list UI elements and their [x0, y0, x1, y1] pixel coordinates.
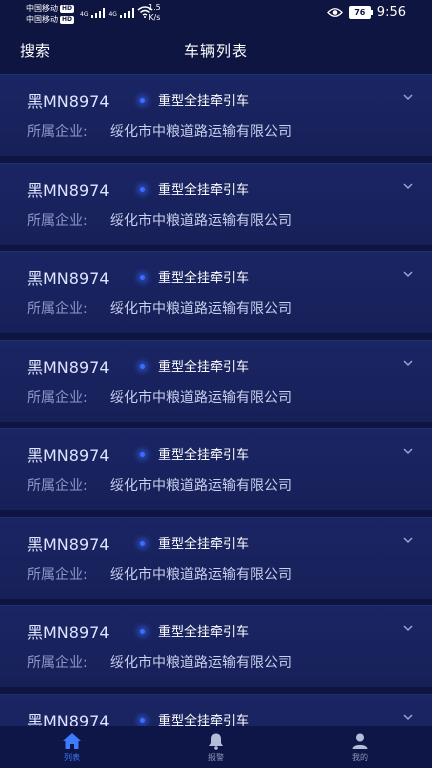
- app-screen: 中国移动 HD 中国移动 HD 4G 4G 1.5 K/s 76 9:56 车辆…: [0, 0, 432, 768]
- status-dot: [140, 540, 145, 546]
- company-label: 所属企业:: [27, 655, 88, 671]
- carrier-1: 中国移动: [26, 4, 58, 13]
- search-button[interactable]: 搜索: [20, 40, 50, 61]
- chevron-down-icon[interactable]: [402, 357, 414, 369]
- plate-number: 黑MN8974: [27, 534, 110, 554]
- tab-mine[interactable]: 我的: [288, 726, 432, 768]
- status-dot: [140, 275, 145, 280]
- clock: 9:56: [376, 5, 406, 20]
- bell-icon: [209, 733, 223, 750]
- status-dot: [140, 186, 145, 192]
- vehicle-type: 重型全挂牵引车: [158, 713, 250, 727]
- plate-number: 黑MN8974: [27, 92, 110, 111]
- vehicle-type: 重型全挂牵引车: [158, 448, 250, 463]
- vehicle-card[interactable]: 黑MN8974 重型全挂牵引车 所属企业: 绥化市中粮道路运输有限公司: [0, 251, 432, 333]
- company-label: 所属企业:: [27, 124, 88, 140]
- chevron-down-icon[interactable]: [402, 445, 414, 457]
- tab-label: 报警: [208, 752, 224, 762]
- app-header: 车辆列表 搜索: [0, 28, 432, 72]
- bottom-tab-bar: 列表 报警 我的: [0, 726, 432, 768]
- vehicle-list[interactable]: 黑MN8974 重型全挂牵引车 所属企业: 绥化市中粮道路运输有限公司 黑MN8…: [0, 74, 432, 726]
- company-name: 绥化市中粮道路运输有限公司: [110, 655, 292, 671]
- vehicle-type: 重型全挂牵引车: [158, 182, 250, 198]
- company-name: 绥化市中粮道路运输有限公司: [110, 212, 292, 229]
- plate-number: 黑MN8974: [27, 180, 110, 200]
- company-label: 所属企业:: [27, 478, 88, 494]
- tab-list[interactable]: 列表: [0, 726, 144, 768]
- company-name: 绥化市中粮道路运输有限公司: [110, 566, 292, 583]
- vehicle-type: 重型全挂牵引车: [158, 359, 250, 375]
- plate-number: 黑MN8974: [27, 623, 110, 642]
- tab-label: 我的: [352, 752, 368, 762]
- plate-number: 黑MN8974: [27, 269, 110, 288]
- company-label: 所属企业:: [27, 566, 88, 583]
- home-icon: [63, 732, 81, 749]
- company-name: 绥化市中粮道路运输有限公司: [110, 124, 292, 140]
- chevron-down-icon[interactable]: [402, 622, 414, 634]
- signal-indicators: 4G 4G: [80, 6, 153, 18]
- hd-badge: HD: [60, 4, 75, 13]
- status-dot: [140, 98, 145, 103]
- company-label: 所属企业:: [27, 389, 88, 406]
- company-label: 所属企业:: [27, 212, 88, 229]
- chevron-down-icon[interactable]: [402, 711, 414, 723]
- plate-number: 黑MN8974: [27, 711, 110, 727]
- tab-label: 列表: [64, 752, 80, 762]
- net-type-label: 4G: [80, 11, 89, 18]
- page-title: 车辆列表: [183, 42, 248, 60]
- vehicle-type: 重型全挂牵引车: [158, 271, 250, 286]
- chevron-down-icon[interactable]: [402, 268, 414, 280]
- status-dot: [140, 452, 145, 457]
- company-name: 绥化市中粮道路运输有限公司: [110, 478, 292, 494]
- status-dot: [140, 629, 145, 634]
- network-speed: 1.5 K/s: [148, 3, 161, 22]
- company-name: 绥化市中粮道路运输有限公司: [110, 301, 292, 317]
- signal-icon: [91, 8, 106, 18]
- vehicle-card[interactable]: 黑MN8974 重型全挂牵引车 所属企业: 绥化市中粮道路运输有限公司: [0, 605, 432, 687]
- vehicle-card[interactable]: 黑MN8974 重型全挂牵引车 所属企业: 绥化市中粮道路运输有限公司: [0, 693, 432, 727]
- vehicle-card[interactable]: 黑MN8974 重型全挂牵引车 所属企业: 绥化市中粮道路运输有限公司: [0, 162, 432, 245]
- user-icon: [352, 733, 368, 749]
- vehicle-card[interactable]: 黑MN8974 重型全挂牵引车 所属企业: 绥化市中粮道路运输有限公司: [0, 516, 432, 599]
- tab-alarm[interactable]: 报警: [144, 726, 288, 768]
- plate-number: 黑MN8974: [27, 357, 110, 377]
- vehicle-type: 重型全挂牵引车: [158, 536, 250, 552]
- carrier-info: 中国移动 HD 中国移动 HD: [26, 3, 75, 25]
- company-name: 绥化市中粮道路运输有限公司: [110, 389, 292, 406]
- vehicle-type: 重型全挂牵引车: [158, 625, 250, 640]
- chevron-down-icon[interactable]: [402, 180, 414, 192]
- plate-number: 黑MN8974: [27, 446, 110, 465]
- vehicle-card[interactable]: 黑MN8974 重型全挂牵引车 所属企业: 绥化市中粮道路运输有限公司: [0, 339, 432, 422]
- status-dot: [140, 363, 145, 369]
- vehicle-type: 重型全挂牵引车: [158, 94, 250, 109]
- status-dot: [140, 717, 145, 723]
- vehicle-card[interactable]: 黑MN8974 重型全挂牵引车 所属企业: 绥化市中粮道路运输有限公司: [0, 428, 432, 510]
- battery-icon: 76: [348, 6, 373, 19]
- status-bar: 中国移动 HD 中国移动 HD 4G 4G 1.5 K/s 76 9:56: [0, 0, 432, 28]
- chevron-down-icon[interactable]: [402, 534, 414, 546]
- signal-icon: [119, 8, 134, 18]
- company-label: 所属企业:: [27, 301, 88, 317]
- hd-badge: HD: [60, 15, 75, 24]
- carrier-2: 中国移动: [26, 15, 58, 24]
- net-type-label: 4G: [108, 11, 117, 18]
- eye-icon: [326, 8, 343, 17]
- vehicle-card[interactable]: 黑MN8974 重型全挂牵引车 所属企业: 绥化市中粮道路运输有限公司: [0, 74, 432, 156]
- chevron-down-icon[interactable]: [402, 91, 414, 103]
